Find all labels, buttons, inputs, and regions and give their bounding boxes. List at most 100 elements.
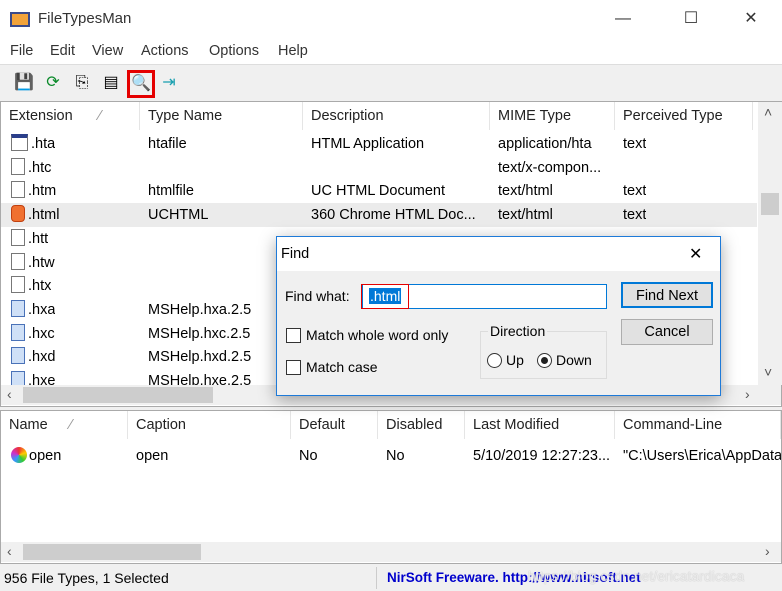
ext-text: .htc	[28, 159, 52, 176]
menu-options[interactable]: Options	[209, 43, 259, 59]
file-type-icon	[11, 181, 25, 199]
type-cell: htafile	[148, 132, 187, 156]
scroll-down-icon[interactable]: ˅	[764, 364, 772, 380]
type-text: htmlfile	[148, 183, 194, 200]
minimize-button[interactable]: —	[600, 6, 646, 32]
cancel-button[interactable]: Cancel	[621, 319, 713, 345]
match-case-label[interactable]: Match case	[306, 359, 378, 375]
scroll-up-icon[interactable]: ˄	[764, 104, 772, 120]
scroll-right-icon[interactable]: ›	[765, 543, 770, 559]
ext-cell: .htx	[11, 274, 51, 298]
perceived-text: text	[623, 207, 647, 224]
highlight-box	[361, 284, 409, 309]
table-row[interactable]: .htm htmlfile UC HTML Document text/html tex…	[1, 179, 757, 203]
type-cell: UCHTML	[148, 203, 208, 227]
file-type-icon	[11, 252, 25, 270]
column-mime-type[interactable]: MIME Type	[490, 102, 615, 130]
ext-text: .hxa	[28, 301, 56, 318]
mime-cell: text/x-compon...	[498, 156, 601, 180]
desc-cell: 360 Chrome HTML Doc...	[311, 203, 476, 227]
close-button[interactable]: ✕	[728, 6, 774, 32]
scrollbar-thumb[interactable]	[23, 387, 213, 403]
direction-down-label[interactable]: Down	[556, 352, 592, 368]
column-command-line[interactable]: Command-Line	[615, 411, 781, 439]
table-row[interactable]: .html UCHTML 360 Chrome HTML Doc... text/ht…	[1, 203, 757, 228]
table-row[interactable]: open open No No 5/10/2019 12:27:23... "C…	[1, 444, 781, 468]
desc-text: HTML Application	[311, 136, 425, 152]
watermark: https://blog.csdn.net/ericatardicaca	[528, 568, 745, 584]
column-default[interactable]: Default	[291, 411, 378, 439]
menu-actions[interactable]: Actions	[141, 43, 189, 59]
file-type-icon	[11, 276, 25, 294]
menu-bar: File Edit View Actions Options Help	[0, 38, 782, 64]
file-type-icon	[11, 323, 25, 341]
ext-text: .hxc	[28, 325, 55, 342]
column-type-name[interactable]: Type Name	[140, 102, 303, 130]
app-icon	[10, 12, 30, 27]
scrollbar-thumb[interactable]	[23, 544, 201, 560]
horizontal-scrollbar[interactable]: ‹ ›	[1, 542, 781, 562]
scrollbar-thumb[interactable]	[761, 193, 779, 215]
table-row[interactable]: .htc text/x-compon...	[1, 156, 757, 180]
match-case-checkbox[interactable]	[286, 360, 301, 375]
column-disabled[interactable]: Disabled	[378, 411, 465, 439]
column-label: Extension	[9, 108, 73, 124]
column-last-modified[interactable]: Last Modified	[465, 411, 615, 439]
maximize-button[interactable]: ☐	[668, 6, 714, 32]
file-type-icon	[11, 157, 25, 175]
ext-text: .hta	[31, 136, 56, 152]
mime-text: text/html	[498, 183, 553, 200]
type-text: MSHelp.hxa.2.5	[148, 301, 252, 318]
direction-up-label[interactable]: Up	[506, 352, 524, 368]
scroll-right-icon[interactable]: ›	[745, 386, 750, 402]
refresh-icon[interactable]: ⟳	[41, 71, 65, 95]
find-next-button[interactable]: Find Next	[621, 282, 713, 308]
actions-list: Name ⁄ Caption Default Disabled Last Modi…	[0, 410, 782, 564]
sort-icon: ⁄	[69, 417, 73, 433]
perceived-cell: text	[623, 179, 646, 203]
ext-text: .hxd	[28, 349, 56, 366]
direction-down-radio[interactable]	[537, 353, 552, 368]
disabled-cell: No	[386, 448, 405, 464]
table-row[interactable]: .hta htafile HTML Application application/h…	[1, 132, 757, 156]
properties-icon[interactable]: ▤	[99, 71, 123, 95]
direction-up-radio[interactable]	[487, 353, 502, 368]
copy-icon[interactable]: ⎘	[70, 71, 94, 95]
menu-file[interactable]: File	[10, 43, 33, 59]
mime-cell: application/hta	[498, 132, 592, 156]
desc-cell: HTML Application	[311, 132, 424, 156]
match-whole-word-checkbox[interactable]	[286, 328, 301, 343]
column-caption[interactable]: Caption	[128, 411, 291, 439]
column-name[interactable]: Name ⁄	[1, 411, 128, 439]
scroll-left-icon[interactable]: ‹	[7, 386, 12, 402]
perceived-cell: text	[623, 132, 646, 156]
ext-text: .htx	[28, 278, 52, 295]
ext-cell: .hta	[11, 132, 55, 156]
type-cell: MSHelp.hxc.2.5	[148, 322, 250, 346]
default-cell: No	[299, 448, 318, 464]
status-divider	[376, 567, 377, 589]
find-icon[interactable]: 🔍	[127, 70, 155, 98]
desc-cell: UC HTML Document	[311, 179, 445, 203]
command-line-cell: "C:\Users\Erica\AppData	[623, 448, 781, 464]
perceived-text: text	[623, 183, 647, 200]
save-icon[interactable]: 💾	[12, 71, 36, 95]
menu-help[interactable]: Help	[278, 43, 308, 59]
exit-icon[interactable]: ⇥	[157, 71, 181, 95]
direction-label: Direction	[488, 323, 548, 339]
menu-view[interactable]: View	[92, 43, 123, 59]
menu-edit[interactable]: Edit	[50, 43, 75, 59]
scroll-left-icon[interactable]: ‹	[7, 543, 12, 559]
mime-text: text/x-compon...	[498, 159, 602, 176]
ext-text: .html	[28, 207, 60, 224]
column-extension[interactable]: Extension ⁄	[1, 102, 140, 130]
dialog-close-button[interactable]: ✕	[689, 244, 702, 264]
dialog-title: Find	[281, 246, 310, 262]
vertical-scrollbar[interactable]: ˄ ˅	[758, 102, 782, 385]
column-perceived-type[interactable]: Perceived Type	[615, 102, 753, 130]
perceived-cell: text	[623, 203, 646, 227]
column-description[interactable]: Description	[303, 102, 490, 130]
type-text: htafile	[148, 136, 187, 152]
match-whole-word-label[interactable]: Match whole word only	[306, 327, 448, 343]
file-type-icon	[11, 347, 25, 365]
